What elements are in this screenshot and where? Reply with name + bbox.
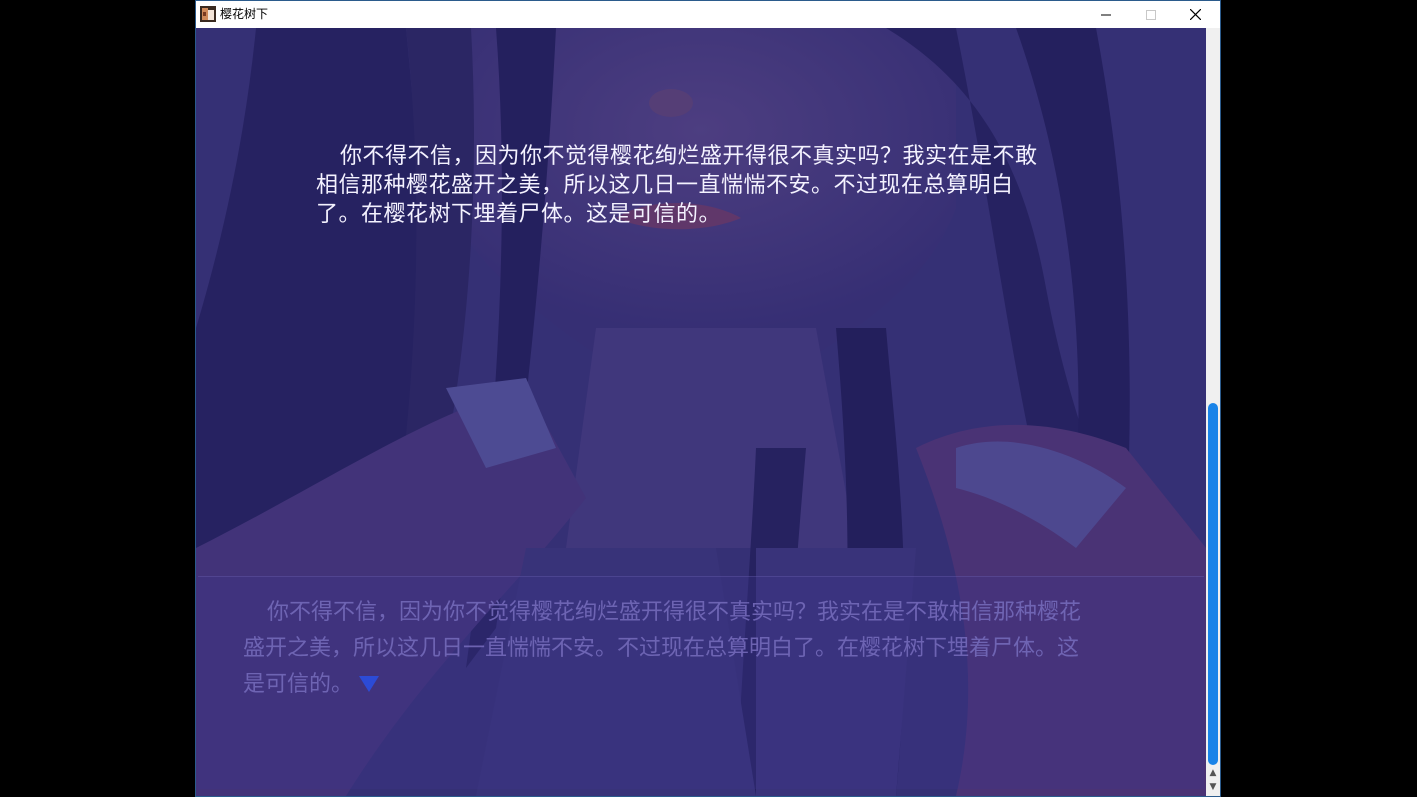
scrollbar-thumb[interactable] [1208, 403, 1218, 765]
scroll-down-button[interactable]: ▼ [1206, 780, 1220, 794]
close-icon [1190, 9, 1201, 20]
game-window: 樱花树下 你不得不信，因为你不觉得樱花绚烂盛开得很不真实吗？我实在是不敢相信那种… [195, 0, 1221, 797]
maximize-button[interactable] [1128, 1, 1173, 28]
scroll-up-button[interactable]: ▲ [1206, 766, 1220, 780]
message-window[interactable]: 你不得不信，因为你不觉得樱花绚烂盛开得很不真实吗？我实在是不敢相信那种樱花盛开之… [198, 576, 1204, 789]
minimize-icon [1100, 14, 1111, 15]
game-stage[interactable]: 你不得不信，因为你不觉得樱花绚烂盛开得很不真实吗？我实在是不敢相信那种樱花盛开之… [196, 28, 1206, 796]
next-arrow-icon[interactable] [359, 676, 380, 692]
maximize-icon [1145, 9, 1156, 20]
minimize-button[interactable] [1083, 1, 1128, 28]
title-bar[interactable]: 樱花树下 [196, 1, 1220, 28]
window-title: 樱花树下 [220, 7, 269, 21]
app-icon [200, 6, 216, 22]
close-button[interactable] [1173, 1, 1218, 28]
message-text: 你不得不信，因为你不觉得樱花绚烂盛开得很不真实吗？我实在是不敢相信那种樱花盛开之… [243, 595, 1093, 703]
story-text: 你不得不信，因为你不觉得樱花绚烂盛开得很不真实吗？我实在是不敢相信那种樱花盛开之… [316, 144, 1038, 227]
vertical-scrollbar[interactable]: ▲ ▼ [1206, 28, 1220, 796]
